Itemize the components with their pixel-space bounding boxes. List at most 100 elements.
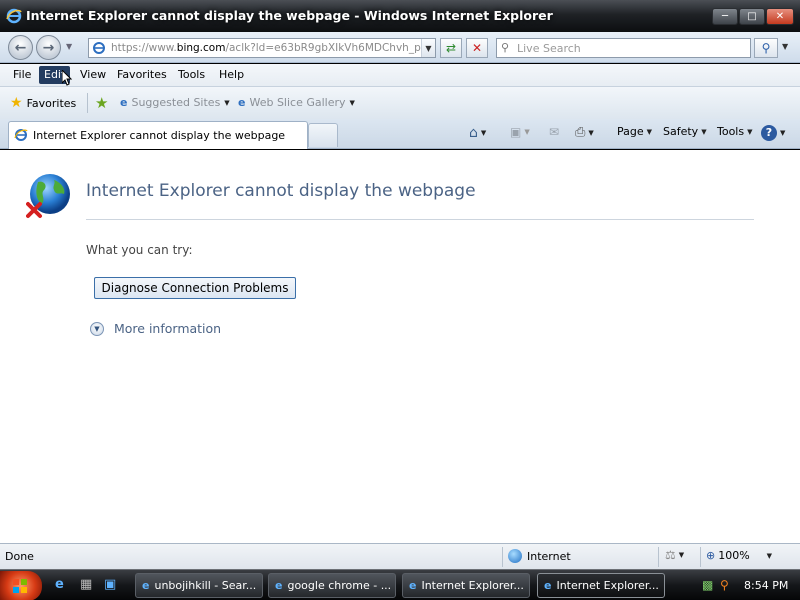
- ie-task-icon: e: [409, 579, 417, 592]
- internet-globe-icon: [508, 549, 522, 563]
- menu-tools[interactable]: Tools: [173, 66, 210, 84]
- quick-launch-switch-windows-icon[interactable]: ▦: [80, 577, 92, 592]
- refresh-icon: ⇄: [445, 41, 457, 55]
- windows-logo-icon: [12, 578, 28, 594]
- feeds-dropdown-icon: ▼: [524, 128, 530, 136]
- tools-menu-label: Tools: [717, 125, 745, 138]
- taskbar-clock[interactable]: 8:54 PM: [744, 579, 788, 592]
- zoom-label: 100%: [718, 549, 750, 562]
- zoom-icon: ⊕: [706, 549, 716, 562]
- stop-icon: ✕: [471, 41, 483, 55]
- tools-menu[interactable]: Tools ▼: [717, 125, 753, 138]
- printer-icon: ⎙: [575, 125, 586, 140]
- url-text: https://www.bing.com/aclk?ld=e63bR9gbXIk…: [111, 42, 421, 54]
- menu-view[interactable]: View: [75, 66, 111, 84]
- help-dropdown-icon: ▼: [780, 129, 786, 137]
- tools-dropdown-icon: ▼: [747, 127, 753, 136]
- status-divider: [658, 547, 659, 567]
- diagnose-connection-button[interactable]: Diagnose Connection Problems: [94, 277, 296, 299]
- home-button[interactable]: ⌂ ▼: [469, 125, 486, 141]
- taskbar-item[interactable]: e Internet Explorer...: [402, 573, 530, 598]
- recent-pages-dropdown-icon[interactable]: ▼: [66, 42, 72, 51]
- ie-logo-icon: [6, 8, 22, 27]
- print-button[interactable]: ⎙ ▼: [575, 125, 594, 140]
- taskbar-item-label: unbojihkill - Sear...: [154, 579, 257, 592]
- volume-tray-icon[interactable]: ⚲: [720, 578, 729, 592]
- suggested-sites-item[interactable]: e Suggested Sites ▼: [120, 96, 230, 109]
- status-divider: [700, 547, 701, 567]
- search-provider-icon: ⚲: [501, 41, 510, 54]
- status-divider: [502, 547, 503, 567]
- print-dropdown-icon: ▼: [588, 128, 594, 137]
- search-icon: ⚲: [761, 41, 771, 55]
- page-menu-label: Page: [617, 125, 644, 138]
- menu-help[interactable]: Help: [214, 66, 249, 84]
- mail-icon: ✉: [549, 125, 560, 139]
- favorites-label: Favorites: [26, 96, 77, 110]
- tab-current[interactable]: Internet Explorer cannot display the web…: [8, 121, 308, 149]
- taskbar-item[interactable]: e google chrome - ...: [268, 573, 396, 598]
- safety-menu[interactable]: Safety ▼: [663, 125, 707, 138]
- read-mail-button[interactable]: ✉: [549, 125, 559, 139]
- rss-feed-icon: ▣: [510, 125, 522, 139]
- zoom-level-button[interactable]: ⊕ 100% ▼: [706, 549, 772, 562]
- taskbar: e ▦ ▣ e unbojihkill - Sear... e google c…: [0, 569, 800, 600]
- search-field[interactable]: ⚲ Live Search: [496, 38, 751, 58]
- favorites-button[interactable]: ★ Favorites: [10, 95, 76, 111]
- quick-launch-ie-icon[interactable]: e: [55, 577, 64, 592]
- taskbar-item[interactable]: e unbojihkill - Sear...: [135, 573, 263, 598]
- new-tab-button[interactable]: [308, 123, 338, 147]
- favorites-bar: ★ Favorites ★ e Suggested Sites ▼ e Web …: [0, 87, 800, 119]
- window-title: Internet Explorer cannot display the web…: [26, 8, 553, 23]
- refresh-button[interactable]: ⇄: [440, 38, 462, 58]
- more-information-toggle[interactable]: ▼ More information: [90, 321, 221, 336]
- page-icon: [92, 41, 106, 58]
- ie-tab-icon: [14, 128, 28, 145]
- web-slice-gallery-item[interactable]: e Web Slice Gallery ▼: [238, 96, 355, 109]
- search-button[interactable]: ⚲: [754, 38, 778, 58]
- protected-mode-button[interactable]: ⚖ ▼: [665, 548, 684, 562]
- close-button[interactable]: ✕: [766, 8, 794, 25]
- minimize-icon: ─: [721, 11, 729, 22]
- ie-page-icon: e: [238, 96, 246, 109]
- heading-divider: [86, 219, 754, 220]
- back-arrow-icon: ←: [14, 39, 27, 56]
- minimize-button[interactable]: ─: [712, 8, 738, 25]
- suggested-sites-dropdown-icon: ▼: [224, 98, 230, 107]
- ie-task-icon: e: [275, 579, 283, 592]
- address-dropdown-icon[interactable]: ▼: [421, 39, 435, 57]
- favorites-star-icon: ★: [10, 95, 23, 111]
- quick-launch-show-desktop-icon[interactable]: ▣: [104, 577, 116, 592]
- taskbar-item-active[interactable]: e Internet Explorer...: [537, 573, 665, 598]
- title-bar[interactable]: Internet Explorer cannot display the web…: [0, 0, 800, 32]
- web-slice-gallery-dropdown-icon: ▼: [349, 98, 355, 107]
- error-heading: Internet Explorer cannot display the web…: [86, 181, 476, 201]
- page-menu[interactable]: Page ▼: [617, 125, 652, 138]
- help-icon: ?: [761, 125, 777, 141]
- back-button[interactable]: ←: [8, 35, 33, 60]
- menu-favorites[interactable]: Favorites: [112, 66, 172, 84]
- taskbar-item-label: Internet Explorer...: [556, 579, 659, 592]
- stop-button[interactable]: ✕: [466, 38, 488, 58]
- forward-button[interactable]: →: [36, 35, 61, 60]
- tab-title: Internet Explorer cannot display the web…: [33, 129, 286, 142]
- window-controls: ─ □ ✕: [711, 8, 794, 25]
- what-you-can-try-label: What you can try:: [86, 243, 193, 257]
- security-zone[interactable]: Internet: [508, 549, 571, 563]
- start-button[interactable]: [0, 571, 42, 600]
- address-field[interactable]: https://www.bing.com/aclk?ld=e63bR9gbXIk…: [88, 38, 436, 58]
- menu-file[interactable]: File: [8, 66, 36, 84]
- help-button[interactable]: ? ▼: [761, 125, 785, 141]
- network-tray-icon[interactable]: ▩: [702, 578, 713, 592]
- add-to-favorites-bar-icon[interactable]: ★: [95, 94, 108, 112]
- protected-mode-dropdown-icon: ▼: [678, 551, 685, 559]
- maximize-button[interactable]: □: [739, 8, 765, 25]
- search-options-dropdown-icon[interactable]: ▼: [782, 42, 788, 51]
- feeds-button[interactable]: ▣ ▼: [510, 125, 530, 139]
- close-icon: ✕: [775, 11, 785, 22]
- search-placeholder: Live Search: [517, 42, 581, 55]
- page-dropdown-icon: ▼: [646, 127, 653, 136]
- favorites-separator: [87, 93, 88, 113]
- zone-label: Internet: [527, 549, 571, 563]
- status-text: Done: [5, 550, 34, 563]
